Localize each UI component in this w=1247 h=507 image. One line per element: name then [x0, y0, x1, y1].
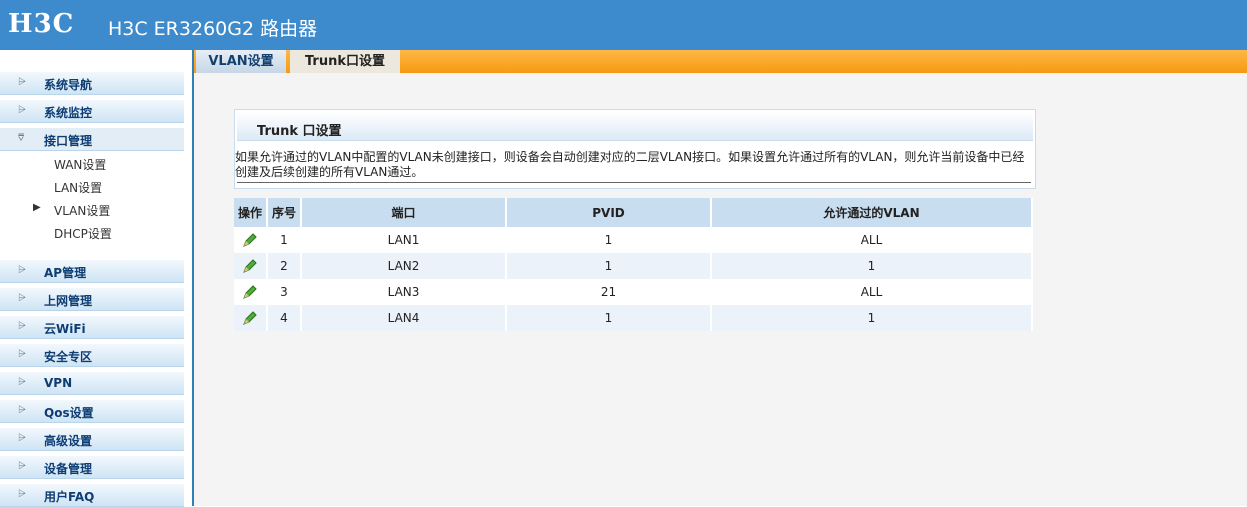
sidebar-item-label: 接口管理 — [44, 134, 93, 148]
tab-vlan-settings[interactable]: VLAN设置 — [196, 50, 286, 73]
sidebar-item-label: 系统监控 — [44, 106, 93, 120]
chevron-right-icon: ⩥ — [18, 105, 26, 116]
table-row: 3 LAN3 21 ALL — [234, 279, 1033, 305]
sidebar-item-security[interactable]: ⩥ 安全专区 — [0, 344, 184, 367]
pencil-edit-icon[interactable] — [242, 284, 258, 300]
col-header-index: 序号 — [267, 198, 302, 227]
sub-item-label: WAN设置 — [54, 158, 107, 172]
sub-item-lan[interactable]: LAN设置 — [0, 176, 184, 196]
panel-header: Trunk 口设置 — [237, 112, 1033, 141]
sidebar-item-faq[interactable]: ⩥ 用户FAQ — [0, 484, 184, 507]
sidebar-item-label: VPN — [44, 376, 73, 390]
cell-allowed-vlan: 1 — [711, 305, 1033, 331]
edit-cell — [234, 305, 268, 331]
sidebar-item-advanced[interactable]: ⩥ 高级设置 — [0, 428, 184, 451]
h3c-logo: H3C — [8, 9, 75, 39]
sidebar-item-label: 高级设置 — [44, 434, 93, 448]
sidebar-item-label: 安全专区 — [44, 350, 93, 364]
divider — [237, 182, 1031, 183]
panel-description: 如果允许通过的VLAN中配置的VLAN未创建接口，则设备会自动创建对应的二层VL… — [235, 150, 1025, 179]
chevron-right-icon: ⩥ — [18, 265, 26, 276]
cell-index: 4 — [267, 305, 302, 331]
cell-pvid: 1 — [506, 227, 712, 253]
app-header: H3C H3C ER3260G2 路由器 — [0, 0, 1247, 50]
sidebar-item-label: 上网管理 — [44, 294, 93, 308]
sidebar-item-label: 云WiFi — [44, 322, 86, 336]
table-header-row: 操作 序号 端口 PVID 允许通过的VLAN — [234, 198, 1033, 227]
sidebar-item-label: 设备管理 — [44, 462, 93, 476]
chevron-right-icon: ⩥ — [18, 461, 26, 472]
sidebar-item-label: AP管理 — [44, 266, 87, 280]
cell-port: LAN2 — [301, 253, 507, 279]
cell-pvid: 1 — [506, 253, 712, 279]
pencil-edit-icon[interactable] — [242, 310, 258, 326]
sidebar-item-system-nav[interactable]: ⩥ 系统导航 — [0, 72, 184, 95]
chevron-down-icon: ⩢ — [18, 133, 25, 144]
chevron-right-icon: ⩥ — [18, 405, 26, 416]
cell-allowed-vlan: ALL — [711, 279, 1033, 305]
chevron-right-icon: ⩥ — [18, 433, 26, 444]
pencil-edit-icon[interactable] — [242, 232, 258, 248]
cell-index: 1 — [267, 227, 302, 253]
sidebar-item-label: Qos设置 — [44, 406, 94, 420]
table-row: 1 LAN1 1 ALL — [234, 227, 1033, 253]
chevron-right-icon: ⩥ — [18, 349, 26, 360]
sidebar-item-ap[interactable]: ⩥ AP管理 — [0, 260, 184, 283]
sidebar-item-label: 系统导航 — [44, 78, 93, 92]
edit-cell — [234, 279, 268, 305]
chevron-right-icon: ⩥ — [18, 377, 26, 388]
cell-pvid: 1 — [506, 305, 712, 331]
cell-allowed-vlan: 1 — [711, 253, 1033, 279]
chevron-right-icon: ⩥ — [18, 321, 26, 332]
col-header-action: 操作 — [234, 198, 268, 227]
tab-bar: VLAN设置 Trunk口设置 — [194, 50, 1247, 73]
cell-index: 2 — [267, 253, 302, 279]
edit-cell — [234, 227, 268, 253]
current-arrow-icon: ▶ — [33, 202, 41, 213]
sidebar-item-device-mgmt[interactable]: ⩥ 设备管理 — [0, 456, 184, 479]
sub-item-wan[interactable]: WAN设置 — [0, 153, 184, 173]
edit-cell — [234, 253, 268, 279]
sub-item-dhcp[interactable]: DHCP设置 — [0, 222, 184, 242]
sub-item-label: VLAN设置 — [54, 204, 111, 218]
cell-port: LAN4 — [301, 305, 507, 331]
panel-title: Trunk 口设置 — [257, 124, 342, 139]
sidebar-item-label: 用户FAQ — [44, 490, 95, 504]
cell-allowed-vlan: ALL — [711, 227, 1033, 253]
col-header-port: 端口 — [301, 198, 507, 227]
sidebar-item-cloud-wifi[interactable]: ⩥ 云WiFi — [0, 316, 184, 339]
trunk-panel: Trunk 口设置 如果允许通过的VLAN中配置的VLAN未创建接口，则设备会自… — [234, 109, 1036, 189]
sidebar-item-internet-mgmt[interactable]: ⩥ 上网管理 — [0, 288, 184, 311]
chevron-right-icon: ⩥ — [18, 77, 26, 88]
app-title: H3C ER3260G2 路由器 — [108, 18, 318, 40]
cell-index: 3 — [267, 279, 302, 305]
sub-item-vlan[interactable]: ▶ VLAN设置 — [0, 199, 184, 219]
chevron-right-icon: ⩥ — [18, 293, 26, 304]
sidebar-item-vpn[interactable]: ⩥ VPN — [0, 372, 184, 395]
sidebar-item-interface-mgmt[interactable]: ⩢ 接口管理 — [0, 128, 184, 151]
table-row: 2 LAN2 1 1 — [234, 253, 1033, 279]
table-row: 4 LAN4 1 1 — [234, 305, 1033, 331]
tab-trunk-settings[interactable]: Trunk口设置 — [290, 50, 400, 73]
col-header-allowed-vlan: 允许通过的VLAN — [711, 198, 1033, 227]
sidebar-item-system-monitor[interactable]: ⩥ 系统监控 — [0, 100, 184, 123]
pencil-edit-icon[interactable] — [242, 258, 258, 274]
sub-item-label: LAN设置 — [54, 181, 103, 195]
chevron-right-icon: ⩥ — [18, 489, 26, 500]
sidebar-item-qos[interactable]: ⩥ Qos设置 — [0, 400, 184, 423]
sidebar: ⩥ 系统导航 ⩥ 系统监控 ⩢ 接口管理 WAN设置 LAN设置 ▶ VLAN设… — [0, 50, 194, 507]
main-content: Trunk 口设置 如果允许通过的VLAN中配置的VLAN未创建接口，则设备会自… — [194, 73, 1247, 506]
cell-pvid: 21 — [506, 279, 712, 305]
col-header-pvid: PVID — [506, 198, 712, 227]
sub-item-label: DHCP设置 — [54, 227, 112, 241]
cell-port: LAN1 — [301, 227, 507, 253]
trunk-table: 操作 序号 端口 PVID 允许通过的VLAN 1 LAN1 1 ALL 2 L… — [234, 198, 1033, 331]
cell-port: LAN3 — [301, 279, 507, 305]
